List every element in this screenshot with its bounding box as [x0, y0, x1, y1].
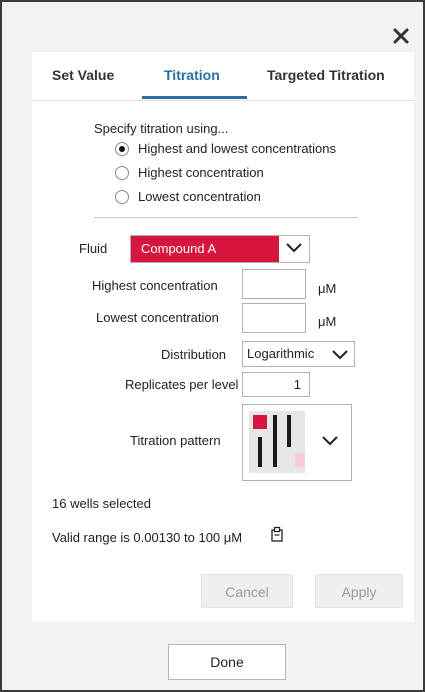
clipboard-icon[interactable] [270, 526, 284, 542]
section-divider [94, 217, 358, 218]
tab-targeted-titration[interactable]: Targeted Titration [267, 67, 385, 83]
cancel-button[interactable]: Cancel [201, 574, 293, 608]
fluid-select[interactable]: Compound A [130, 235, 310, 263]
distribution-value: Logarithmic [247, 346, 315, 361]
fluid-value: Compound A [131, 236, 279, 262]
radio-label-highest-and-lowest: Highest and lowest concentrations [138, 141, 337, 156]
valid-range-text: Valid range is 0.00130 to 100 μM [52, 530, 243, 545]
titration-pattern-select[interactable] [242, 404, 352, 481]
titration-pattern-icon [249, 411, 309, 473]
titration-dialog: Set Value Titration Targeted Titration S… [0, 0, 425, 692]
radio-label-highest: Highest concentration [138, 165, 264, 180]
highest-concentration-input[interactable] [242, 269, 306, 299]
apply-button[interactable]: Apply [315, 574, 403, 608]
chevron-down-icon [286, 243, 302, 253]
highest-concentration-label: Highest concentration [92, 278, 218, 293]
radio-label-lowest: Lowest concentration [138, 189, 261, 204]
lowest-concentration-input[interactable] [242, 303, 306, 333]
tab-set-value[interactable]: Set Value [52, 67, 114, 83]
chevron-down-icon [322, 436, 338, 446]
chevron-down-icon [332, 350, 348, 360]
distribution-label: Distribution [161, 347, 227, 362]
active-tab-indicator [142, 96, 247, 99]
replicates-input[interactable]: 1 [242, 372, 310, 397]
replicates-label: Replicates per level [125, 377, 239, 392]
highest-unit: μM [318, 281, 337, 296]
close-icon[interactable] [391, 26, 411, 46]
radio-lowest[interactable] [115, 190, 129, 204]
tab-bar: Set Value Titration Targeted Titration [32, 52, 414, 101]
wells-selected-text: 16 wells selected [52, 496, 151, 511]
fluid-label: Fluid [79, 241, 108, 256]
specify-heading: Specify titration using... [94, 121, 229, 136]
tab-titration[interactable]: Titration [164, 67, 220, 83]
titration-pattern-label: Titration pattern [130, 433, 221, 448]
lowest-concentration-label: Lowest concentration [96, 310, 219, 325]
radio-highest[interactable] [115, 166, 129, 180]
done-button[interactable]: Done [168, 644, 286, 680]
dialog-panel: Set Value Titration Targeted Titration S… [32, 52, 414, 622]
distribution-select[interactable]: Logarithmic [242, 341, 355, 367]
lowest-unit: μM [318, 314, 337, 329]
radio-highest-and-lowest[interactable] [115, 142, 129, 156]
